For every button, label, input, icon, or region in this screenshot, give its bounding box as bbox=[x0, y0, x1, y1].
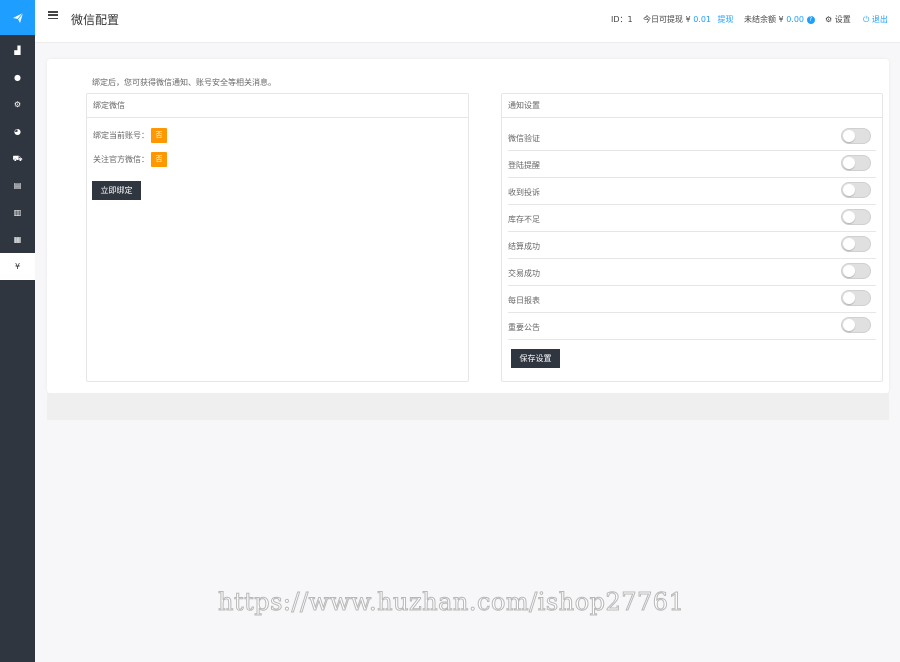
settings-circle-icon: ⚙ bbox=[13, 100, 22, 109]
page-title: 微信配置 bbox=[71, 13, 120, 27]
logout-label: 退出 bbox=[871, 15, 888, 24]
notify-label: 库存不足 bbox=[508, 215, 540, 224]
notify-toggle[interactable] bbox=[841, 182, 871, 198]
notify-row: 结算成功 bbox=[508, 232, 876, 259]
toggle-knob bbox=[843, 238, 855, 250]
help-icon[interactable]: ? bbox=[806, 16, 815, 24]
notify-panel-title: 通知设置 bbox=[502, 94, 882, 118]
notify-row: 收到投诉 bbox=[508, 178, 876, 205]
sidebar-item-2[interactable]: ⚙ bbox=[0, 91, 35, 118]
yen-icon: ¥ bbox=[14, 262, 21, 271]
notify-label: 重要公告 bbox=[508, 323, 540, 332]
logo[interactable] bbox=[0, 0, 35, 35]
settings-label: 设置 bbox=[834, 15, 851, 24]
unsettled-amount: 0.00 bbox=[786, 15, 804, 24]
toggle-knob bbox=[843, 319, 855, 331]
follow-official-row: 关注官方微信： 否 bbox=[93, 152, 167, 167]
bind-wechat-panel: 绑定微信 绑定当前账号： 否 关注官方微信： 否 立即绑定 bbox=[86, 93, 469, 382]
area-chart-icon: ▟ bbox=[14, 46, 21, 55]
bind-panel-title: 绑定微信 bbox=[87, 94, 468, 118]
toggle-knob bbox=[843, 157, 855, 169]
bind-now-button[interactable]: 立即绑定 bbox=[92, 181, 141, 200]
menu-toggle-icon[interactable] bbox=[48, 11, 58, 19]
toggle-knob bbox=[843, 265, 855, 277]
toggle-knob bbox=[843, 211, 855, 223]
ad-icon: ▦ bbox=[13, 235, 22, 244]
notify-toggle[interactable] bbox=[841, 155, 871, 171]
unsettled-balance: 未结余额 ¥ 0.00 ? bbox=[744, 14, 815, 25]
notify-toggle[interactable] bbox=[841, 128, 871, 144]
user-id: ID：1 bbox=[611, 15, 633, 24]
sidebar-item-4[interactable]: ⛟ bbox=[0, 145, 35, 172]
unsettled-label: 未结余额 ¥ bbox=[744, 15, 787, 24]
toggle-knob bbox=[843, 130, 855, 142]
notify-toggle[interactable] bbox=[841, 317, 871, 333]
notify-label: 登陆提醒 bbox=[508, 161, 540, 170]
follow-official-status-badge: 否 bbox=[151, 152, 167, 167]
notify-row: 交易成功 bbox=[508, 259, 876, 286]
notify-label: 微信验证 bbox=[508, 134, 540, 143]
bind-notice: 绑定后，您可获得微信通知、账号安全等相关消息。 bbox=[92, 78, 276, 87]
today-withdrawable: 今日可提现 ¥ 0.01 提现 bbox=[643, 14, 734, 25]
notify-label: 结算成功 bbox=[508, 242, 540, 251]
barcode-icon: ▥ bbox=[13, 208, 22, 217]
withdraw-label: 今日可提现 ¥ bbox=[643, 15, 694, 24]
globe-icon: ◕ bbox=[14, 127, 21, 136]
notify-label: 交易成功 bbox=[508, 269, 540, 278]
notify-label: 每日报表 bbox=[508, 296, 540, 305]
sidebar-item-0[interactable]: ▟ bbox=[0, 37, 35, 64]
sidebar-item-7[interactable]: ▦ bbox=[0, 226, 35, 253]
power-icon: ⏻ bbox=[863, 15, 870, 24]
toggle-knob bbox=[843, 292, 855, 304]
notify-row: 每日报表 bbox=[508, 286, 876, 313]
card-footer-strip bbox=[47, 393, 889, 420]
bind-account-label: 绑定当前账号： bbox=[93, 131, 149, 140]
save-settings-button[interactable]: 保存设置 bbox=[511, 349, 560, 368]
watermark: https://www.huzhan.com/ishop27761 bbox=[217, 588, 685, 617]
withdraw-link[interactable]: 提现 bbox=[718, 15, 734, 24]
sidebar-item-5[interactable]: ▤ bbox=[0, 172, 35, 199]
bind-account-row: 绑定当前账号： 否 bbox=[93, 128, 167, 143]
notify-toggle[interactable] bbox=[841, 290, 871, 306]
sidebar-item-1[interactable]: ● bbox=[0, 64, 35, 91]
toggle-knob bbox=[843, 184, 855, 196]
notify-row: 库存不足 bbox=[508, 205, 876, 232]
logout-link[interactable]: ⏻ 退出 bbox=[863, 14, 888, 25]
settings-link[interactable]: ⚙ 设置 bbox=[825, 14, 851, 25]
follow-official-label: 关注官方微信： bbox=[93, 155, 149, 164]
bind-account-status-badge: 否 bbox=[151, 128, 167, 143]
notify-row: 登陆提醒 bbox=[508, 151, 876, 178]
id-card-icon: ▤ bbox=[13, 181, 22, 190]
sidebar-item-8[interactable]: ¥ bbox=[0, 253, 35, 280]
gear-icon: ⚙ bbox=[825, 15, 833, 24]
notify-label: 收到投诉 bbox=[508, 188, 540, 197]
sidebar-item-6[interactable]: ▥ bbox=[0, 199, 35, 226]
shopping-cart-icon: ⛟ bbox=[12, 153, 23, 163]
notify-row: 微信验证 bbox=[508, 124, 876, 151]
notify-row: 重要公告 bbox=[508, 313, 876, 340]
paper-plane-icon bbox=[12, 12, 23, 23]
notification-settings-panel: 通知设置 微信验证登陆提醒收到投诉库存不足结算成功交易成功每日报表重要公告 保存… bbox=[501, 93, 883, 382]
sidebar: ▟ ● ⚙ ◕ ⛟ ▤ ▥ ▦ ¥ bbox=[0, 0, 35, 662]
notify-toggle[interactable] bbox=[841, 263, 871, 279]
notify-toggle[interactable] bbox=[841, 236, 871, 252]
top-bar: 微信配置 ID：1 今日可提现 ¥ 0.01 提现 未结余额 ¥ 0.00 ? … bbox=[35, 0, 900, 43]
user-icon: ● bbox=[14, 73, 21, 82]
sidebar-item-3[interactable]: ◕ bbox=[0, 118, 35, 145]
notify-toggle[interactable] bbox=[841, 209, 871, 225]
withdraw-amount: 0.01 bbox=[693, 15, 711, 24]
